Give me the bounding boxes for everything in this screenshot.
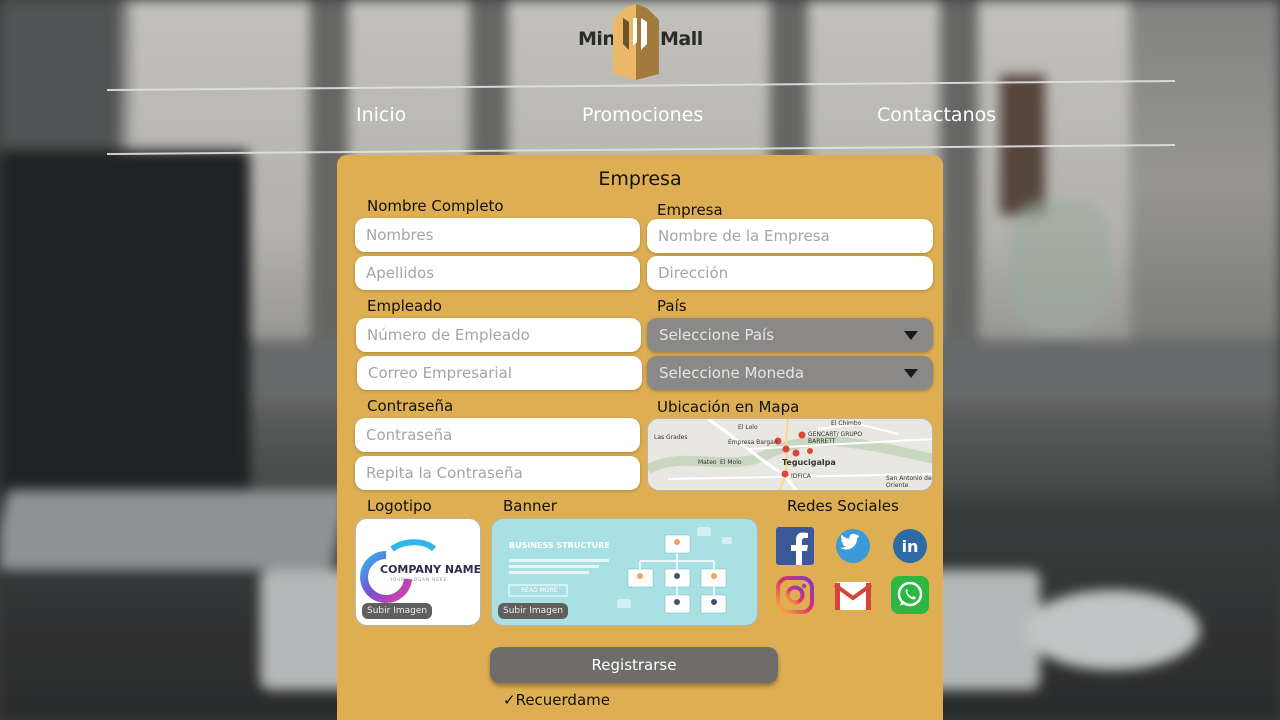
map-place: San Antonio de Oriente: [886, 475, 932, 489]
linkedin-icon[interactable]: in: [891, 527, 929, 565]
first-name-input[interactable]: [355, 218, 640, 252]
address-input[interactable]: [647, 256, 933, 290]
country-select[interactable]: Seleccione País: [647, 318, 933, 352]
logo-preview[interactable]: COMPANY NAME YOUR SLOGAN HERE Subir Imag…: [355, 518, 481, 626]
repeat-password-input[interactable]: [355, 456, 640, 490]
form-title: Empresa: [598, 168, 682, 190]
company-name-input[interactable]: [647, 219, 933, 253]
map-place: El Lolo: [738, 424, 758, 431]
map-place: GENCART/ GRUPO BARRETT: [808, 431, 863, 445]
instagram-icon[interactable]: [776, 576, 814, 614]
logo-label: Logotipo: [367, 497, 432, 515]
map-place: Mateo: [698, 459, 717, 466]
employee-number-input[interactable]: [356, 318, 641, 352]
currency-select-value: Seleccione Moneda: [659, 364, 805, 382]
chevron-down-icon: [904, 369, 918, 378]
company-email-input[interactable]: [357, 356, 642, 390]
register-button[interactable]: Registrarse: [490, 647, 778, 683]
password-input[interactable]: [355, 418, 640, 452]
remember-me-checkbox[interactable]: ✓Recuerdame: [503, 691, 610, 709]
brand-word-right: Mall: [660, 28, 703, 50]
last-name-input[interactable]: [355, 256, 640, 290]
map-place: Empresa Bargan: [728, 439, 778, 446]
map-place: El Chimbo: [831, 420, 862, 427]
building-icon: [613, 4, 659, 80]
facebook-icon[interactable]: [776, 527, 814, 565]
whatsapp-icon[interactable]: [891, 576, 929, 614]
twitter-icon[interactable]: [834, 527, 872, 565]
location-map[interactable]: El Chimbo El Lolo Las Grades Empresa Bar…: [647, 418, 933, 491]
registration-card: Empresa Nombre Completo Empresa Empleado…: [337, 155, 943, 720]
brand-logo[interactable]: Mini Mall: [578, 4, 708, 80]
password-label: Contraseña: [367, 397, 454, 415]
upload-logo-button[interactable]: Subir Imagen: [362, 603, 433, 619]
main-nav: Inicio Promociones Contactanos: [0, 104, 1280, 134]
full-name-label: Nombre Completo: [367, 197, 504, 215]
map-city-label: Tegucigalpa: [782, 458, 836, 467]
nav-inicio[interactable]: Inicio: [356, 104, 406, 126]
company-label: Empresa: [657, 201, 723, 219]
logo-company-name: COMPANY NAME: [380, 563, 481, 576]
country-select-value: Seleccione País: [659, 326, 775, 344]
chevron-down-icon: [904, 331, 918, 340]
banner-cta: READ MORE: [521, 587, 558, 594]
nav-promociones[interactable]: Promociones: [582, 104, 703, 126]
gmail-icon[interactable]: [833, 576, 873, 614]
currency-select[interactable]: Seleccione Moneda: [647, 356, 933, 390]
map-label: Ubicación en Mapa: [657, 398, 800, 416]
svg-text:in: in: [902, 537, 919, 556]
social-label: Redes Sociales: [787, 497, 899, 515]
map-place: Las Grades: [654, 434, 688, 441]
map-place: IDFICA: [791, 473, 811, 480]
map-place: El Molo: [720, 459, 742, 466]
country-label: País: [657, 297, 687, 315]
banner-preview[interactable]: BUSINESS STRUCTURE READ MORE Subir Image…: [491, 518, 758, 626]
employee-label: Empleado: [367, 297, 442, 315]
logo-tagline: YOUR SLOGAN HERE: [390, 577, 448, 582]
banner-label: Banner: [503, 497, 557, 515]
upload-banner-button[interactable]: Subir Imagen: [498, 603, 569, 619]
nav-contactanos[interactable]: Contactanos: [877, 104, 996, 126]
